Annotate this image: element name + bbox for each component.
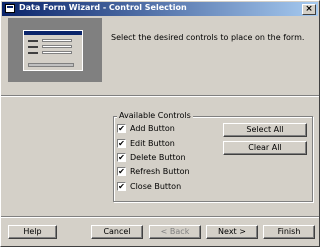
instruction-text: Select the desired controls to place on … xyxy=(111,33,305,42)
checkbox-edit-button[interactable]: ✔ Edit Button xyxy=(117,139,175,150)
checkbox-label: Refresh Button xyxy=(130,167,190,176)
select-all-button[interactable]: Select All xyxy=(223,123,307,137)
checkbox-box[interactable]: ✔ xyxy=(117,167,126,176)
wizard-illustration xyxy=(8,18,102,82)
checkbox-box[interactable]: ✔ xyxy=(117,124,126,133)
form-preview-icon xyxy=(23,30,83,71)
wizard-window: Data Form Wizard - Control Selection × S… xyxy=(0,0,320,247)
checkbox-close-button[interactable]: ✔ Close Button xyxy=(117,182,181,193)
help-button[interactable]: Help xyxy=(8,225,57,239)
checkbox-box[interactable]: ✔ xyxy=(117,153,126,162)
clear-all-button[interactable]: Clear All xyxy=(223,141,307,155)
header-separator xyxy=(1,95,319,97)
group-label: Available Controls xyxy=(117,111,193,120)
window-title: Data Form Wizard - Control Selection xyxy=(19,3,187,12)
checkbox-box[interactable]: ✔ xyxy=(117,182,126,191)
checkbox-refresh-button[interactable]: ✔ Refresh Button xyxy=(117,167,190,178)
app-icon xyxy=(5,4,15,13)
close-button[interactable]: × xyxy=(302,4,316,15)
finish-button[interactable]: Finish xyxy=(263,225,315,239)
checkbox-label: Add Button xyxy=(130,124,175,133)
checkbox-add-button[interactable]: ✔ Add Button xyxy=(117,124,175,135)
next-button[interactable]: Next > xyxy=(206,225,258,239)
title-bar[interactable]: Data Form Wizard - Control Selection × xyxy=(2,2,318,16)
back-button[interactable]: < Back xyxy=(149,225,201,239)
checkbox-delete-button[interactable]: ✔ Delete Button xyxy=(117,153,186,164)
checkbox-box[interactable]: ✔ xyxy=(117,139,126,148)
checkbox-label: Delete Button xyxy=(130,153,186,162)
footer-separator xyxy=(1,216,319,218)
checkbox-label: Close Button xyxy=(130,182,182,191)
cancel-button[interactable]: Cancel xyxy=(91,225,143,239)
checkbox-label: Edit Button xyxy=(130,139,175,148)
